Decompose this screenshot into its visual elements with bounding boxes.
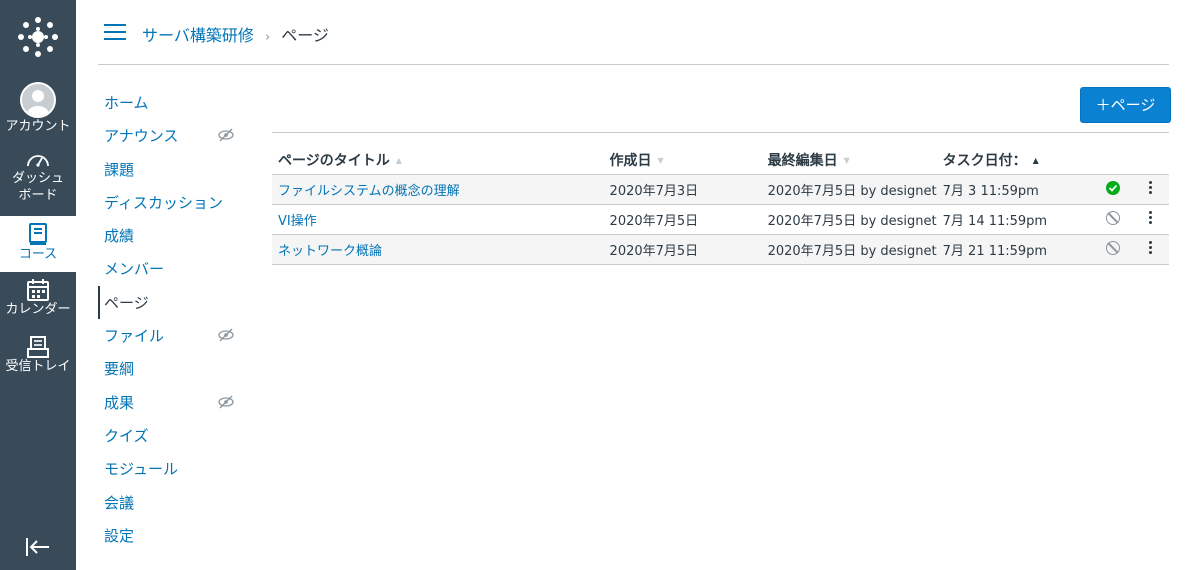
global-nav-account[interactable]: アカウント — [0, 82, 76, 135]
todo-date: 7月 14 11:59pm — [936, 204, 1100, 235]
todo-date: 7月 3 11:59pm — [936, 174, 1100, 205]
global-nav-label: ダッシュボード — [11, 171, 64, 203]
breadcrumb-separator: › — [264, 30, 271, 45]
course-nav-people[interactable]: メンバー — [98, 252, 248, 285]
course-nav-discussions[interactable]: ディスカッション — [98, 186, 248, 219]
course-nav-label: クイズ — [104, 426, 149, 445]
global-nav-label: コース — [18, 247, 58, 262]
course-nav-quizzes[interactable]: クイズ — [98, 419, 248, 452]
course-nav-assignments[interactable]: 課題 — [98, 153, 248, 186]
course-nav-settings[interactable]: 設定 — [98, 519, 248, 552]
eye-hidden-icon — [218, 328, 234, 342]
course-nav-label: 成果 — [104, 393, 135, 412]
avatar-icon — [20, 82, 56, 118]
collapse-nav-icon[interactable] — [24, 535, 52, 559]
global-nav-label: アカウント — [5, 119, 71, 134]
pages-table: ページのタイトル ▲ 作成日 ▼ 最終編集日 ▼ タスク日付： ▲ ファイルシステムの概… — [272, 146, 1169, 265]
sort-arrow-icon: ▲ — [1032, 156, 1039, 165]
inbox-icon — [27, 336, 49, 358]
breadcrumb: サーバ構築研修 › ページ — [142, 22, 329, 46]
page-title-link[interactable]: VI操作 — [278, 214, 317, 229]
global-nav: アカウント ダッシュボード コース カレンダー 受信トレイ — [0, 0, 76, 570]
course-nav-label: メンバー — [104, 260, 165, 279]
canvas-logo-icon[interactable] — [17, 16, 59, 58]
course-nav-label: モジュール — [104, 460, 178, 479]
course-nav-conferences[interactable]: 会議 — [98, 486, 248, 519]
course-nav-label: 会議 — [104, 493, 135, 512]
column-header-status — [1100, 146, 1140, 175]
global-nav-dashboard[interactable]: ダッシュボード — [0, 150, 76, 204]
hamburger-menu-icon[interactable] — [104, 24, 126, 41]
column-header-todo-date[interactable]: タスク日付： ▲ — [936, 146, 1100, 175]
table-row: ネットワーク概論 2020年7月5日 2020年7月5日 by designet… — [272, 234, 1169, 265]
page-title-link[interactable]: ファイルシステムの概念の理解 — [278, 184, 460, 199]
divider — [272, 132, 1169, 133]
edited-date: 2020年7月5日 by designet — [761, 234, 937, 265]
book-icon — [29, 223, 47, 245]
course-nav: ホーム アナウンス 課題 ディスカッション 成績 メンバー ページ ファイル 要… — [98, 86, 248, 552]
table-row: ファイルシステムの概念の理解 2020年7月3日 2020年7月5日 by de… — [272, 174, 1169, 205]
page-title-link[interactable]: ネットワーク概論 — [278, 244, 382, 259]
calendar-icon — [27, 279, 49, 301]
course-nav-pages[interactable]: ページ — [98, 285, 248, 320]
course-nav-grades[interactable]: 成績 — [98, 219, 248, 252]
course-nav-label: ホーム — [104, 94, 149, 112]
column-header-label: ページのタイトル — [278, 153, 390, 169]
created-date: 2020年7月5日 — [603, 234, 762, 265]
global-nav-label: 受信トレイ — [5, 359, 71, 374]
course-nav-label: 課題 — [104, 160, 135, 179]
course-nav-label: ページ — [104, 293, 149, 312]
course-nav-files[interactable]: ファイル — [98, 319, 248, 352]
unpublished-icon[interactable] — [1106, 240, 1120, 255]
column-header-title[interactable]: ページのタイトル ▲ — [272, 146, 604, 175]
top-bar: サーバ構築研修 › ページ — [98, 0, 1169, 65]
table-header-row: ページのタイトル ▲ 作成日 ▼ 最終編集日 ▼ タスク日付： ▲ — [272, 146, 1169, 175]
kebab-menu-icon[interactable] — [1145, 239, 1155, 256]
todo-date: 7月 21 11:59pm — [936, 234, 1100, 265]
course-nav-label: ディスカッション — [104, 193, 223, 212]
sort-arrow-icon: ▲ — [395, 156, 402, 165]
column-header-label: 最終編集日 — [767, 153, 838, 169]
global-nav-calendar[interactable]: カレンダー — [0, 279, 76, 318]
global-nav-courses[interactable]: コース — [0, 216, 76, 272]
column-header-label: 作成日 — [609, 153, 652, 169]
eye-hidden-icon — [218, 128, 234, 142]
course-nav-outcomes[interactable]: 成果 — [98, 386, 248, 419]
course-nav-label: 設定 — [104, 526, 135, 545]
course-nav-label: 成績 — [104, 227, 135, 246]
sort-arrow-icon: ▼ — [843, 156, 850, 165]
created-date: 2020年7月3日 — [603, 174, 762, 205]
column-header-actions — [1139, 146, 1169, 175]
global-nav-label: カレンダー — [5, 302, 71, 317]
column-header-edited[interactable]: 最終編集日 ▼ — [761, 146, 937, 175]
breadcrumb-course-link[interactable]: サーバ構築研修 — [142, 26, 254, 45]
course-nav-modules[interactable]: モジュール — [98, 452, 248, 485]
course-nav-syllabus[interactable]: 要綱 — [98, 352, 248, 385]
unpublished-icon[interactable] — [1106, 210, 1120, 225]
edited-date: 2020年7月5日 by designet — [761, 204, 937, 235]
created-date: 2020年7月5日 — [603, 204, 762, 235]
published-check-icon[interactable] — [1106, 180, 1120, 195]
table-row: VI操作 2020年7月5日 2020年7月5日 by designet 7月 … — [272, 204, 1169, 235]
kebab-menu-icon[interactable] — [1145, 209, 1155, 226]
course-nav-label: アナウンス — [104, 127, 179, 146]
kebab-menu-icon[interactable] — [1145, 179, 1155, 196]
breadcrumb-current: ページ — [281, 26, 329, 45]
global-nav-inbox[interactable]: 受信トレイ — [0, 336, 76, 375]
column-header-label: タスク日付： — [942, 153, 1027, 169]
course-nav-home[interactable]: ホーム — [98, 86, 248, 119]
edited-date: 2020年7月5日 by designet — [761, 174, 937, 205]
course-nav-announcements[interactable]: アナウンス — [98, 119, 248, 152]
dashboard-icon — [27, 155, 49, 167]
add-page-button[interactable]: ＋ページ — [1080, 87, 1171, 123]
course-nav-label: 要綱 — [104, 360, 135, 379]
column-header-created[interactable]: 作成日 ▼ — [603, 146, 762, 175]
course-nav-label: ファイル — [104, 327, 165, 346]
eye-hidden-icon — [218, 395, 234, 409]
sort-arrow-icon: ▼ — [657, 156, 664, 165]
